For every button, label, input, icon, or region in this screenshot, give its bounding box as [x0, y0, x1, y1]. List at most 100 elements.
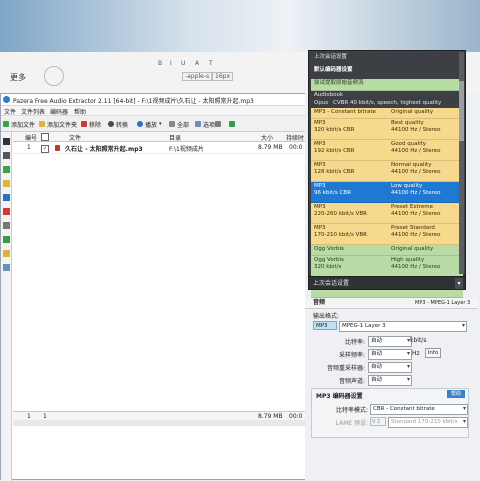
- audio-section-header[interactable]: 音频 MP3 - MPEG-1 Layer 3: [305, 298, 478, 309]
- add-files-button[interactable]: 添加文件: [3, 119, 35, 129]
- preset-combo-value: 上次会话设置: [313, 280, 350, 287]
- dropdown-item[interactable]: Ogg Vorbis Original quality: [311, 245, 463, 256]
- dropdown-item[interactable]: MP3 96 kbit/s CBR Low quality 44100 Hz / St…: [311, 182, 463, 203]
- folder-open-icon[interactable]: [3, 250, 10, 257]
- dropdown-scrollbar-thumb[interactable]: [459, 81, 464, 141]
- preset-combo[interactable]: 上次会话设置 ▾: [308, 276, 466, 290]
- bitrate-select[interactable]: 自动: [368, 336, 412, 347]
- dropdown-item-quality: CVBR 40 kbit/s, speech, highest quality: [333, 100, 442, 106]
- menu-filelist[interactable]: 文件列表: [21, 107, 45, 116]
- column-file[interactable]: 文件: [69, 133, 81, 142]
- dropdown-item[interactable]: MP3 128 kbit/s CBR Normal quality 44100 Hz …: [311, 161, 463, 182]
- dropdown-item-format: 上次会话设置: [314, 54, 348, 60]
- window-titlebar: Pazera Free Audio Extractor 2.11 [64-bit…: [1, 94, 313, 106]
- dropdown-item-quality: Low quality 44100 Hz / Stereo: [391, 183, 441, 196]
- play-label: 播放: [145, 121, 158, 129]
- resampler-select[interactable]: 自动: [368, 362, 412, 373]
- select-all-icon: [169, 121, 175, 127]
- more-button[interactable]: 更多: [10, 72, 26, 83]
- dropdown-item[interactable]: Ogg Vorbis 320 kbit/s High quality 44100 Hz…: [311, 256, 463, 277]
- main-toolbar: 添加文件 添加文件夹 移除 转换 播放 ▾ 全部 选项: [1, 116, 313, 132]
- all-button[interactable]: 全部: [169, 119, 189, 129]
- chevron-down-icon[interactable]: ▾: [455, 278, 463, 289]
- add-folder-button[interactable]: 添加文件夹: [39, 119, 77, 129]
- dropdown-item-format: Ogg Vorbis 320 kbit/s: [314, 257, 344, 270]
- dropdown-item[interactable]: Opus CVBR 40 kbit/s, speech, highest qual…: [311, 99, 463, 107]
- row-checkbox[interactable]: ✓: [41, 145, 49, 153]
- play-button[interactable]: 播放 ▾: [137, 119, 162, 129]
- folder-icon[interactable]: [3, 180, 10, 187]
- dropdown-item[interactable]: MP3 170-210 kbit/s VBR Preset Standard 4410…: [311, 224, 463, 245]
- remove-button[interactable]: 移除: [81, 119, 101, 129]
- column-number[interactable]: 编号: [25, 133, 37, 142]
- dropdown-item-format: MP3 192 kbit/s CBR: [314, 141, 355, 154]
- horizontal-scrollbar[interactable]: [13, 420, 306, 426]
- samplerate-select[interactable]: 自动: [368, 349, 412, 360]
- font-color-icon[interactable]: A: [195, 60, 199, 67]
- lame-preset-select[interactable]: Standard 170-210 kbit/s: [388, 417, 468, 428]
- options-button[interactable]: 选项: [195, 119, 215, 129]
- format-tag: MP3: [313, 321, 337, 330]
- menu-encoder[interactable]: 编码器: [50, 107, 68, 116]
- output-format-select[interactable]: MPEG-1 Layer 3: [339, 321, 467, 332]
- dropdown-item-format: MP3 - Constant bitrate: [314, 109, 376, 115]
- dropdown-item[interactable]: MP3 192 kbit/s CBR Good quality 44100 Hz / …: [311, 140, 463, 161]
- help-button[interactable]: 帮助: [447, 390, 465, 398]
- dropdown-item-format: Audiobook: [314, 92, 344, 98]
- up-icon[interactable]: [3, 194, 10, 201]
- info-button[interactable]: Info: [425, 348, 441, 358]
- font-name-select[interactable]: -apple-s: [182, 72, 213, 81]
- chevron-down-icon: ▾: [159, 121, 162, 127]
- text-format-icon[interactable]: T: [209, 60, 213, 67]
- bold-icon[interactable]: B: [158, 60, 162, 67]
- menu-file[interactable]: 文件: [4, 107, 16, 116]
- mp3-encoder-group: MP3 编码器设置 帮助 比特率模式: CBR - Constant bitra…: [311, 388, 469, 438]
- close-icon[interactable]: [3, 208, 10, 215]
- add-icon[interactable]: [3, 166, 10, 173]
- dropdown-item[interactable]: 默认编码器设置: [311, 66, 463, 78]
- preset-dropdown-list[interactable]: 上次会话设置 默认编码器设置尝试提取原始音频流 Audiobook Opus CVBR …: [308, 50, 466, 298]
- dropdown-item[interactable]: MP3 - Constant bitrate Original quality: [311, 108, 463, 119]
- column-size[interactable]: 大小: [261, 133, 273, 142]
- font-size-select[interactable]: 16px: [212, 72, 233, 81]
- dropdown-item-quality: Original quality: [391, 109, 434, 115]
- document-icon[interactable]: [3, 264, 10, 271]
- list-icon[interactable]: [3, 222, 10, 229]
- channels-label: 音频声道:: [338, 378, 365, 385]
- dropdown-item[interactable]: Audiobook: [311, 91, 463, 98]
- dropdown-item[interactable]: MP3 320 kbit/s CBR Best quality 44100 Hz / …: [311, 119, 463, 140]
- sort-icon[interactable]: [3, 236, 10, 243]
- bitrate-mode-select[interactable]: CBR - Constant bitrate: [370, 404, 468, 415]
- dropdown-item-quality: Best quality 44100 Hz / Stereo: [391, 120, 441, 133]
- pin-button[interactable]: [229, 119, 235, 129]
- menu-button[interactable]: [215, 119, 221, 129]
- table-footer: 1 1 8.79 MB 00:0: [13, 411, 306, 420]
- dropdown-item[interactable]: 尝试提取原始音频流: [311, 79, 463, 91]
- italic-icon[interactable]: I: [170, 60, 172, 67]
- dropdown-item-format: MP3 128 kbit/s CBR: [314, 162, 355, 175]
- select-all-checkbox[interactable]: [41, 133, 49, 141]
- arrow-right-icon[interactable]: [3, 138, 10, 145]
- arrow-icon[interactable]: [3, 152, 10, 159]
- add-files-label: 添加文件: [11, 121, 36, 129]
- menu-help[interactable]: 帮助: [74, 107, 86, 116]
- dropdown-item-format: MP3 96 kbit/s CBR: [314, 183, 352, 196]
- lame-v-select[interactable]: V 2: [370, 417, 386, 426]
- dropdown-item[interactable]: MP3 220-260 kbit/s VBR Preset Extreme 44100…: [311, 203, 463, 224]
- audio-extractor-window: Pazera Free Audio Extractor 2.11 [64-bit…: [0, 93, 313, 481]
- window-title: Pazera Free Audio Extractor 2.11 [64-bit…: [13, 98, 254, 105]
- dropdown-item-format: MP3 320 kbit/s CBR: [314, 120, 355, 133]
- row-directory: F:\1视频成片: [169, 146, 204, 153]
- table-row[interactable]: 1 ✓ 久石让 - 太阳照常升起.mp3 F:\1视频成片 8.79 MB 00…: [13, 143, 306, 154]
- column-duration[interactable]: 持续时: [286, 133, 304, 142]
- convert-button[interactable]: 转换: [108, 119, 128, 129]
- dropdown-item-quality: Original quality: [391, 246, 434, 252]
- dropdown-item[interactable]: 上次会话设置: [311, 53, 463, 65]
- bitrate-label: 比特率:: [344, 339, 365, 346]
- underline-icon[interactable]: U: [181, 60, 185, 67]
- dropdown-item-quality: Good quality44100 Hz / Stereo: [391, 141, 441, 154]
- footer-size: 8.79 MB: [258, 413, 283, 420]
- channels-select[interactable]: 自动: [368, 375, 412, 386]
- dropdown-item-format: 默认编码器设置: [314, 67, 353, 73]
- column-directory[interactable]: 目录: [169, 133, 181, 142]
